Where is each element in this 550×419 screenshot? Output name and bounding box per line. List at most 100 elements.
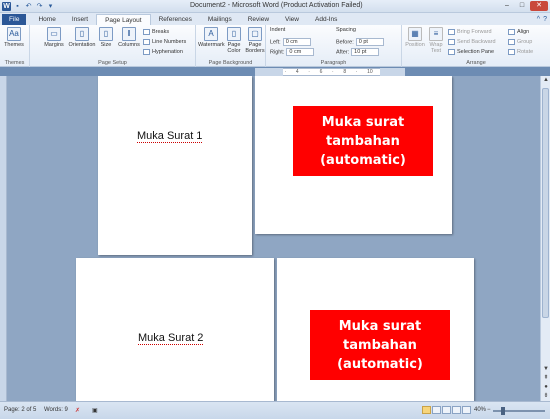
full-screen-view-icon[interactable] (432, 406, 441, 414)
group-icon (508, 38, 515, 45)
bring-forward-button[interactable]: Bring Forward (448, 28, 492, 36)
extra-page-box-2[interactable]: Muka surat tambahan (automatic) (310, 310, 450, 380)
page-count[interactable]: Page: 2 of 5 (4, 407, 36, 413)
tab-page-layout[interactable]: Page Layout (96, 14, 151, 25)
zoom-slider[interactable] (493, 407, 545, 415)
spacing-before-input[interactable]: 0 pt (355, 38, 384, 46)
arrange-group: ▦ Position ≡ Wrap Text Bring Forward Sen… (402, 25, 550, 67)
outline-view-icon[interactable] (452, 406, 461, 414)
tab-view[interactable]: View (277, 14, 307, 25)
page-2[interactable]: Muka Surat 2 (76, 258, 274, 401)
proofing-icon[interactable]: ✗ (75, 407, 80, 414)
scroll-up-icon[interactable]: ▲ (541, 76, 550, 85)
page-1[interactable]: Muka Surat 1 (98, 76, 252, 255)
rotate-icon (508, 48, 515, 55)
themes-label: Themes (4, 42, 24, 48)
page-background-group-label: Page Background (208, 60, 253, 66)
vertical-scrollbar[interactable]: ▲ ▼ ⇞ ● ⇟ (540, 76, 550, 401)
wrap-text-button[interactable]: ≡ Wrap Text (426, 27, 446, 54)
tab-add-ins[interactable]: Add-Ins (307, 14, 345, 25)
minimize-ribbon-icon[interactable]: ^ (537, 16, 540, 23)
indent-right-label: Right: (270, 49, 285, 56)
tab-references[interactable]: References (151, 14, 200, 25)
tab-mailings[interactable]: Mailings (200, 14, 240, 25)
page-1-text[interactable]: Muka Surat 1 (137, 130, 203, 143)
size-icon: ▯ (99, 27, 113, 41)
indent-right-input[interactable]: 0 cm (286, 48, 315, 56)
size-button[interactable]: ▯ Size (96, 27, 116, 48)
tab-review[interactable]: Review (240, 14, 277, 25)
group-button[interactable]: Group (508, 38, 532, 46)
vertical-ruler[interactable] (0, 76, 7, 401)
paragraph-group-label: Paragraph (320, 60, 347, 66)
page-2-text[interactable]: Muka Surat 2 (138, 332, 204, 345)
ribbon-tabs: File Home Insert Page Layout References … (0, 13, 550, 25)
print-layout-view-icon[interactable] (422, 406, 431, 414)
zoom-out-icon[interactable]: − (487, 407, 491, 413)
redo-icon[interactable]: ↷ (35, 2, 44, 11)
tab-insert[interactable]: Insert (64, 14, 96, 25)
page-setup-group: ▭ Margins ▯ Orientation ▯ Size ‖ Columns… (30, 25, 196, 67)
spacing-after-input[interactable]: 10 pt (351, 48, 380, 56)
line-numbers-button[interactable]: Line Numbers (143, 38, 186, 46)
margins-button[interactable]: ▭ Margins (42, 27, 66, 48)
columns-label: Columns (118, 42, 140, 48)
save-icon[interactable]: ▪ (13, 2, 22, 11)
columns-button[interactable]: ‖ Columns (117, 27, 141, 48)
word-logo-icon[interactable]: W (2, 2, 11, 11)
hyphenation-button[interactable]: Hyphenation (143, 48, 183, 56)
scroll-down-icon[interactable]: ▼ (541, 365, 550, 374)
maximize-button[interactable]: □ (515, 1, 529, 11)
document-area[interactable]: Muka Surat 1 Muka surat tambahan (automa… (7, 76, 540, 401)
web-layout-view-icon[interactable] (442, 406, 451, 414)
align-label: Align (517, 29, 530, 35)
indent-right-field: Right: 0 cm (270, 48, 315, 56)
selection-pane-icon (448, 48, 455, 55)
page-extra-1[interactable]: Muka surat tambahan (automatic) (255, 76, 452, 234)
send-backward-button[interactable]: Send Backward (448, 38, 496, 46)
minimize-button[interactable]: – (500, 1, 514, 11)
paragraph-group: Indent Left: 0 cm Right: 0 cm Spacing Befo… (266, 25, 402, 67)
page-background-group: A Watermark ▯ Page Color ▢ Page Borders … (196, 25, 266, 67)
close-button[interactable]: ✕ (530, 1, 548, 11)
position-button[interactable]: ▦ Position (404, 27, 426, 48)
tab-home[interactable]: Home (30, 14, 63, 25)
zoom-slider-knob[interactable] (501, 407, 505, 415)
scroll-bottom-controls: ▼ ⇞ ● ⇟ (541, 365, 550, 401)
tab-file[interactable]: File (2, 14, 27, 25)
indent-left-field: Left: 0 cm (270, 38, 311, 46)
group-label: Group (517, 39, 533, 45)
help-icon[interactable]: ? (543, 16, 547, 23)
previous-page-icon[interactable]: ⇞ (541, 374, 550, 383)
size-label: Size (100, 42, 112, 48)
themes-button[interactable]: Aa Themes (2, 27, 26, 48)
word-count[interactable]: Words: 9 (44, 407, 68, 413)
indent-left-input[interactable]: 0 cm (282, 38, 311, 46)
page-color-button[interactable]: ▯ Page Color (224, 27, 244, 54)
spacing-after-field: After: 10 pt (336, 48, 380, 56)
page-borders-button[interactable]: ▢ Page Borders (244, 27, 266, 54)
qat-more-icon[interactable]: ▾ (46, 2, 55, 11)
browse-object-icon[interactable]: ● (541, 383, 550, 392)
extra-page-box-1[interactable]: Muka surat tambahan (automatic) (293, 106, 433, 176)
margins-icon: ▭ (47, 27, 61, 41)
align-button[interactable]: Align (508, 28, 529, 36)
send-backward-label: Send Backward (457, 39, 496, 45)
orientation-icon: ▯ (75, 27, 89, 41)
orientation-button[interactable]: ▯ Orientation (67, 27, 97, 48)
undo-icon[interactable]: ↶ (24, 2, 33, 11)
align-icon (508, 28, 515, 35)
scroll-thumb[interactable] (542, 88, 549, 318)
indent-title: Indent (270, 27, 286, 33)
page-borders-label: Page Borders (245, 42, 265, 54)
selection-pane-button[interactable]: Selection Pane (448, 48, 494, 56)
draft-view-icon[interactable] (462, 406, 471, 414)
next-page-icon[interactable]: ⇟ (541, 392, 550, 401)
rotate-button[interactable]: Rotate (508, 48, 533, 56)
macro-record-icon[interactable]: ▣ (92, 407, 98, 414)
page-extra-2[interactable]: Muka surat tambahan (automatic) (277, 258, 474, 401)
ruler-right-margin (380, 68, 405, 76)
breaks-button[interactable]: Breaks (143, 28, 169, 36)
zoom-level[interactable]: 40% (474, 407, 486, 413)
watermark-button[interactable]: A Watermark (198, 27, 225, 48)
